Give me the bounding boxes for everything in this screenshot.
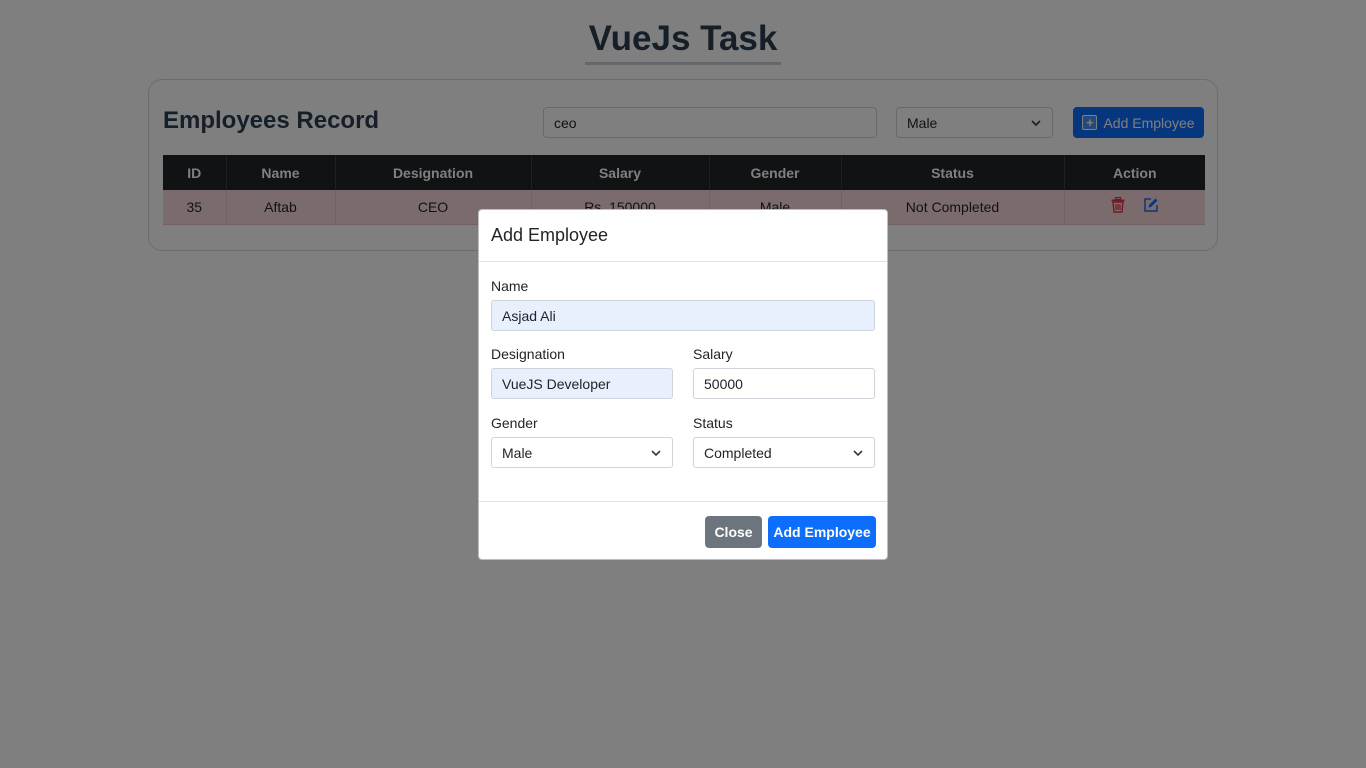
- chevron-down-icon: [651, 449, 661, 456]
- add-employee-modal: Add Employee Name Asjad Ali Designation …: [478, 209, 888, 560]
- gender-select[interactable]: Male: [491, 437, 673, 468]
- status-select[interactable]: Completed: [693, 437, 875, 468]
- status-select-value: Completed: [704, 444, 772, 461]
- name-input[interactable]: Asjad Ali: [491, 300, 875, 331]
- modal-header: Add Employee: [479, 210, 887, 262]
- salary-input-value: 50000: [704, 375, 743, 392]
- chevron-down-icon: [853, 449, 863, 456]
- name-input-value: Asjad Ali: [502, 307, 556, 324]
- modal-footer: Close Add Employee: [479, 502, 887, 560]
- salary-label: Salary: [693, 346, 733, 362]
- designation-input[interactable]: VueJS Developer: [491, 368, 673, 399]
- submit-add-employee-button[interactable]: Add Employee: [768, 516, 876, 548]
- modal-title: Add Employee: [491, 225, 609, 245]
- gender-label: Gender: [491, 415, 538, 431]
- modal-body: Name Asjad Ali Designation VueJS Develop…: [479, 262, 887, 502]
- name-label: Name: [491, 278, 529, 294]
- close-button[interactable]: Close: [705, 516, 762, 548]
- designation-input-value: VueJS Developer: [502, 375, 611, 392]
- salary-input[interactable]: 50000: [693, 368, 875, 399]
- gender-select-value: Male: [502, 444, 533, 461]
- designation-label: Designation: [491, 346, 565, 362]
- status-label: Status: [693, 415, 733, 431]
